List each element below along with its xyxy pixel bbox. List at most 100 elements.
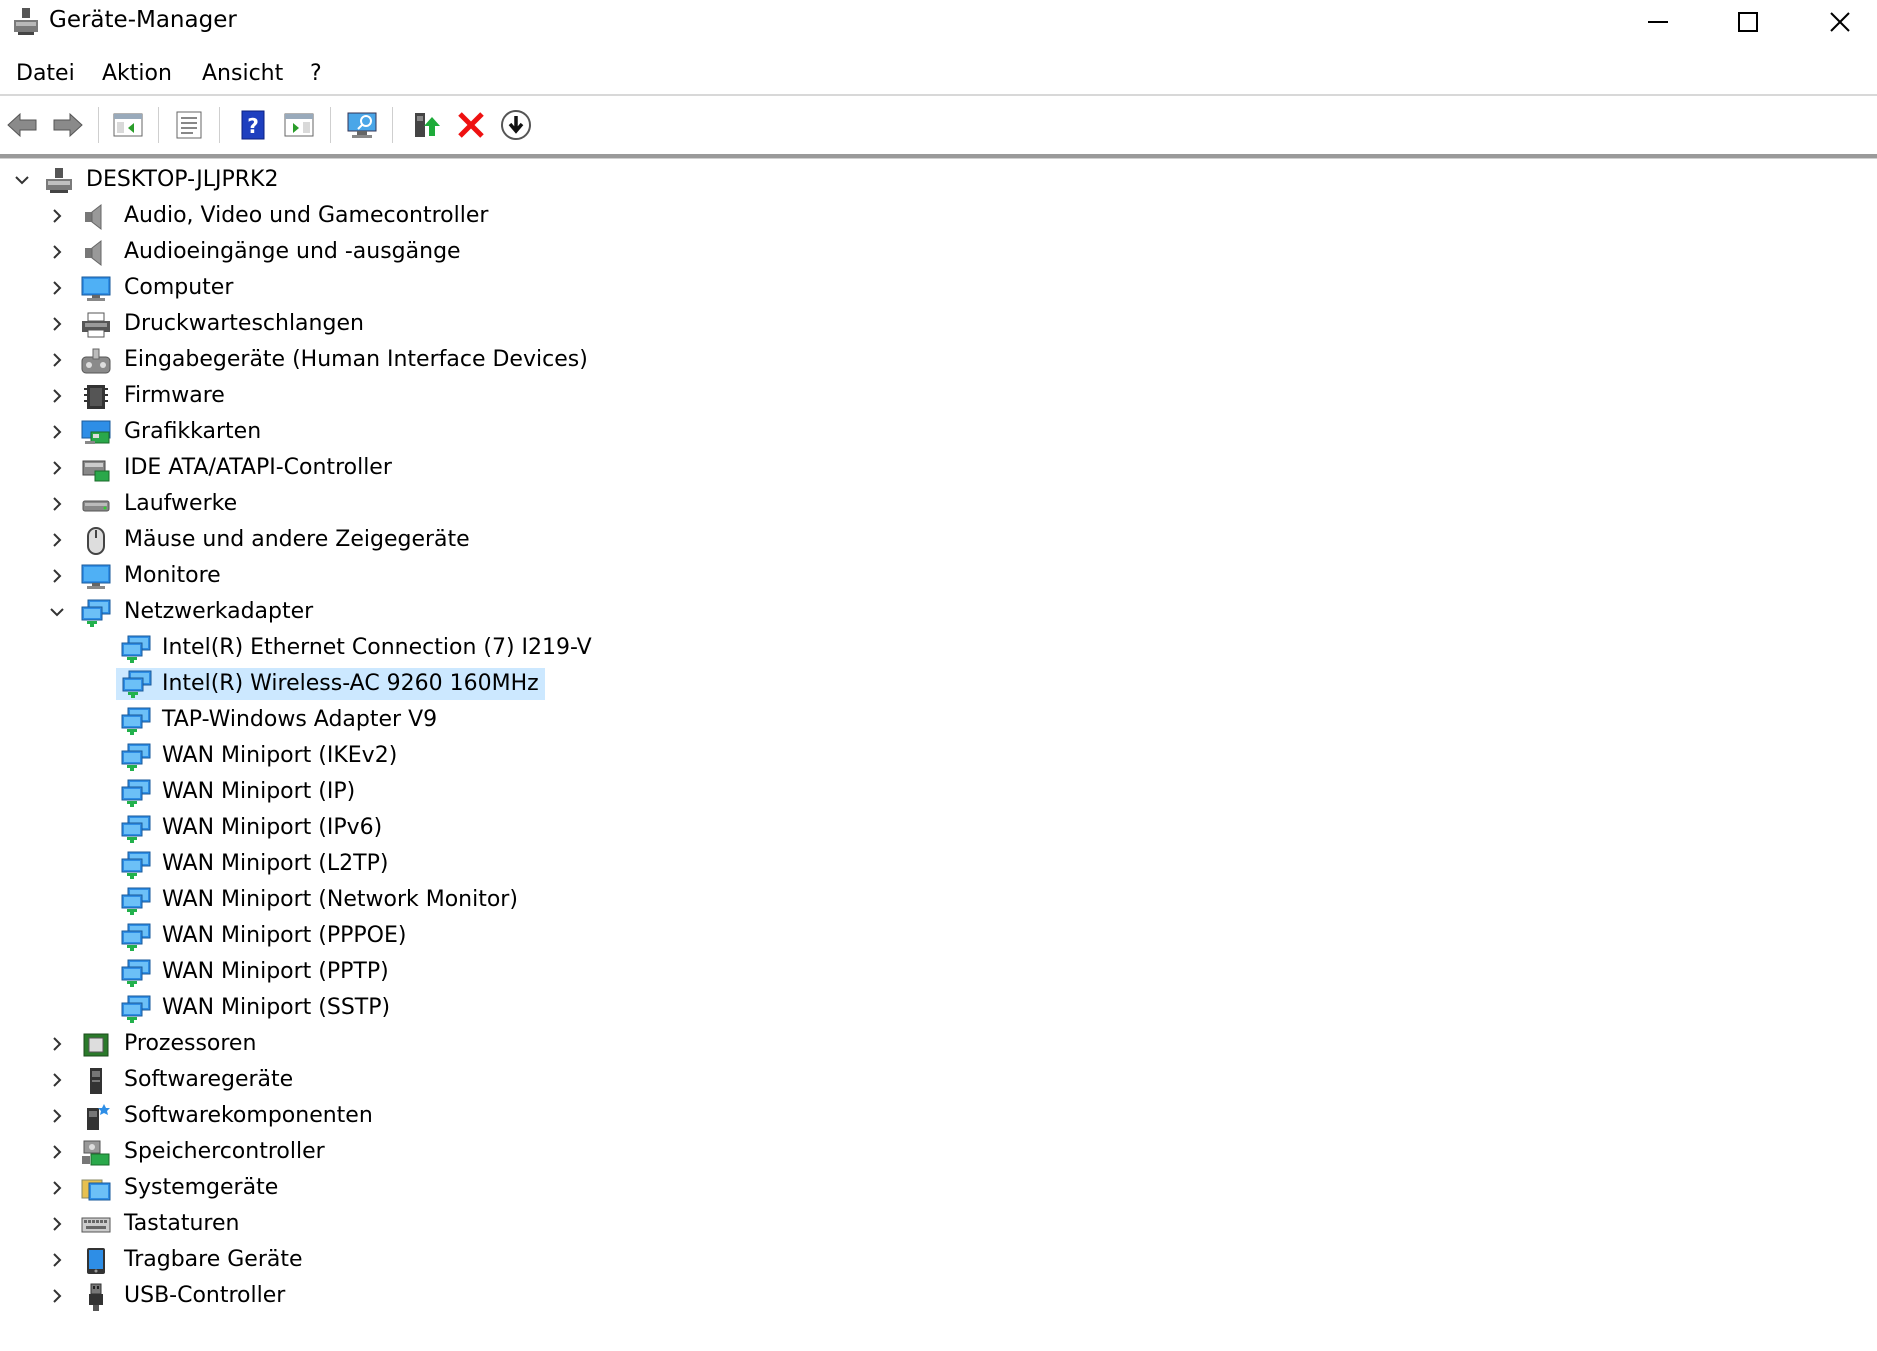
chevron-right-icon[interactable] [50, 1253, 64, 1267]
arrow-right-icon [53, 112, 83, 138]
chevron-right-icon[interactable] [50, 497, 64, 511]
minimize-icon [1648, 21, 1668, 23]
window-title: Geräte-Manager [49, 7, 237, 33]
tree-device[interactable]: Intel(R) Wireless-AC 9260 160MHz [0, 666, 1877, 702]
chevron-right-icon[interactable] [50, 353, 64, 367]
menu-aktion[interactable]: Aktion [102, 61, 172, 86]
update-driver-icon [415, 113, 440, 137]
chevron-right-icon[interactable] [50, 425, 64, 439]
tree-category[interactable]: Firmware [0, 378, 1877, 414]
system-device-icon [81, 1179, 111, 1201]
tree-category[interactable]: Mäuse und andere Zeigegeräte [0, 522, 1877, 558]
tree-device[interactable]: WAN Miniport (Network Monitor) [0, 882, 1877, 918]
tree-device-label: WAN Miniport (PPPOE) [162, 923, 407, 948]
tree-category[interactable]: Laufwerke [0, 486, 1877, 522]
printer-icon [82, 312, 110, 338]
show-hide-console-tree-button[interactable] [109, 106, 147, 144]
tree-root[interactable]: DESKTOP-JLJPRK2 [0, 162, 1877, 198]
menu-ansicht[interactable]: Ansicht [202, 61, 283, 86]
tree-category[interactable]: Audio, Video und Gamecontroller [0, 198, 1877, 234]
chevron-down-icon[interactable] [50, 605, 64, 619]
svg-text:?: ? [247, 114, 259, 138]
software-device-icon [90, 1068, 102, 1094]
tree-category[interactable]: Monitore [0, 558, 1877, 594]
chevron-down-icon[interactable] [15, 173, 29, 187]
toolbar-separator [98, 107, 99, 143]
minimize-button[interactable] [1612, 0, 1704, 44]
chevron-right-icon[interactable] [50, 281, 64, 295]
tree-category-label: Tastaturen [124, 1211, 240, 1236]
chevron-right-icon[interactable] [50, 1145, 64, 1159]
tree-device[interactable]: WAN Miniport (IP) [0, 774, 1877, 810]
maximize-button[interactable] [1702, 0, 1794, 44]
tree-device[interactable]: WAN Miniport (PPTP) [0, 954, 1877, 990]
uninstall-device-button[interactable] [452, 106, 490, 144]
tree-category-label: Audio, Video und Gamecontroller [124, 203, 489, 228]
tree-device[interactable]: WAN Miniport (IPv6) [0, 810, 1877, 846]
chevron-right-icon[interactable] [50, 1181, 64, 1195]
network-adapter-icon [116, 668, 158, 700]
tree-category[interactable]: IDE ATA/ATAPI-Controller [0, 450, 1877, 486]
tree-category[interactable]: Speichercontroller [0, 1134, 1877, 1170]
properties-button[interactable] [170, 106, 208, 144]
chevron-right-icon[interactable] [50, 1289, 64, 1303]
tree-category-label: Softwaregeräte [124, 1067, 294, 1092]
display-adapter-icon [81, 420, 111, 444]
chevron-right-icon[interactable] [50, 245, 64, 259]
tree-device[interactable]: TAP-Windows Adapter V9 [0, 702, 1877, 738]
tree-category-label: Grafikkarten [124, 419, 262, 444]
chevron-right-icon[interactable] [50, 317, 64, 331]
chevron-right-icon[interactable] [50, 209, 64, 223]
chevron-right-icon[interactable] [50, 1037, 64, 1051]
tree-device-label: TAP-Windows Adapter V9 [162, 707, 438, 732]
chevron-right-icon[interactable] [50, 1073, 64, 1087]
chevron-right-icon[interactable] [50, 461, 64, 475]
tree-device[interactable]: WAN Miniport (L2TP) [0, 846, 1877, 882]
tree-category-label: Softwarekomponenten [124, 1103, 373, 1128]
tree-category[interactable]: Tastaturen [0, 1206, 1877, 1242]
hid-icon [81, 348, 111, 374]
help-button[interactable]: ? [234, 106, 272, 144]
tree-category[interactable]: Softwarekomponenten [0, 1098, 1877, 1134]
tree-device[interactable]: WAN Miniport (IKEv2) [0, 738, 1877, 774]
chevron-right-icon[interactable] [50, 533, 64, 547]
show-action-pane-button[interactable] [280, 106, 318, 144]
toolbar-separator [219, 107, 220, 143]
properties-icon [176, 111, 202, 139]
tree-category-label: Druckwarteschlangen [124, 311, 364, 336]
disable-device-button[interactable] [497, 106, 535, 144]
close-button[interactable] [1794, 0, 1877, 44]
tree-category-label: Eingabegeräte (Human Interface Devices) [124, 347, 588, 372]
help-icon: ? [241, 110, 265, 140]
tree-category[interactable]: Systemgeräte [0, 1170, 1877, 1206]
software-component-icon [87, 1104, 110, 1130]
tree-category[interactable]: Softwaregeräte [0, 1062, 1877, 1098]
toolbar-separator [392, 107, 393, 143]
update-driver-button[interactable] [407, 106, 445, 144]
toolbar-separator [330, 107, 331, 143]
tree-category[interactable]: Prozessoren [0, 1026, 1877, 1062]
tree-category[interactable]: USB-Controller [0, 1278, 1877, 1314]
tree-category-label: Speichercontroller [124, 1139, 325, 1164]
forward-button[interactable] [49, 106, 87, 144]
menu-help[interactable]: ? [310, 61, 322, 86]
tree-category[interactable]: Eingabegeräte (Human Interface Devices) [0, 342, 1877, 378]
chevron-right-icon[interactable] [50, 569, 64, 583]
tree-device[interactable]: WAN Miniport (SSTP) [0, 990, 1877, 1026]
chevron-right-icon[interactable] [50, 1217, 64, 1231]
tree-category[interactable]: Grafikkarten [0, 414, 1877, 450]
menu-datei[interactable]: Datei [16, 61, 75, 86]
tree-category[interactable]: Computer [0, 270, 1877, 306]
back-button[interactable] [3, 106, 41, 144]
tree-category[interactable]: Audioeingänge und -ausgänge [0, 234, 1877, 270]
keyboard-icon [81, 1217, 111, 1233]
tree-device[interactable]: WAN Miniport (PPPOE) [0, 918, 1877, 954]
tree-category[interactable]: Druckwarteschlangen [0, 306, 1877, 342]
tree-category[interactable]: Tragbare Geräte [0, 1242, 1877, 1278]
tree-category[interactable]: Netzwerkadapter [0, 594, 1877, 630]
scan-hardware-button[interactable] [343, 106, 381, 144]
device-tree: DESKTOP-JLJPRK2 Audio, Video und Gamecon… [0, 162, 1877, 1351]
tree-device[interactable]: Intel(R) Ethernet Connection (7) I219-V [0, 630, 1877, 666]
chevron-right-icon[interactable] [50, 1109, 64, 1123]
chevron-right-icon[interactable] [50, 389, 64, 403]
